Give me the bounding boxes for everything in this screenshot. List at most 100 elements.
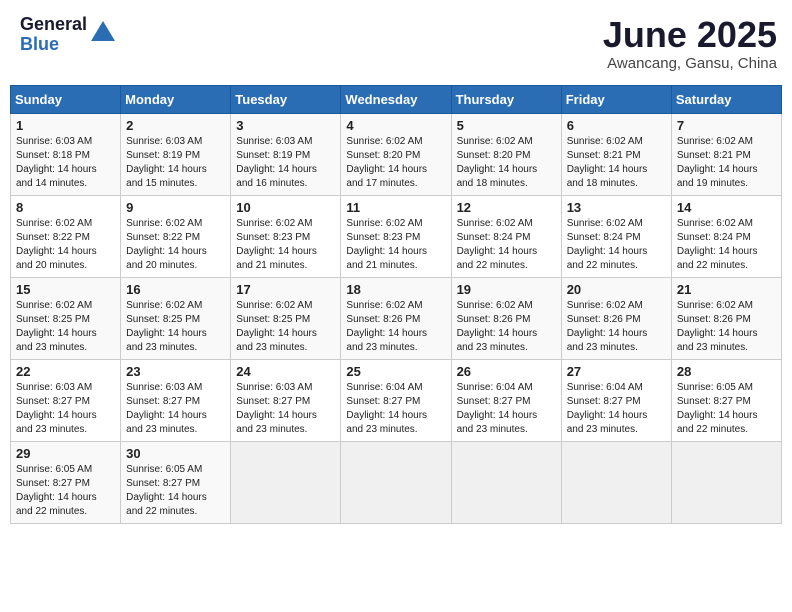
- day-info: Sunrise: 6:02 AMSunset: 8:21 PMDaylight:…: [567, 136, 648, 189]
- day-number: 30: [126, 446, 225, 461]
- calendar-cell: 7 Sunrise: 6:02 AMSunset: 8:21 PMDayligh…: [671, 113, 781, 195]
- calendar-cell: 29 Sunrise: 6:05 AMSunset: 8:27 PMDaylig…: [11, 441, 121, 523]
- day-number: 21: [677, 282, 776, 297]
- calendar-cell: [561, 441, 671, 523]
- day-info: Sunrise: 6:04 AMSunset: 8:27 PMDaylight:…: [457, 382, 538, 435]
- day-number: 7: [677, 118, 776, 133]
- day-number: 19: [457, 282, 556, 297]
- weekday-header-saturday: Saturday: [671, 85, 781, 113]
- weekday-header-friday: Friday: [561, 85, 671, 113]
- calendar-cell: 2 Sunrise: 6:03 AMSunset: 8:19 PMDayligh…: [121, 113, 231, 195]
- location-subtitle: Awancang, Gansu, China: [603, 55, 777, 72]
- day-number: 2: [126, 118, 225, 133]
- day-info: Sunrise: 6:02 AMSunset: 8:25 PMDaylight:…: [126, 300, 207, 353]
- page-header: General Blue June 2025 Awancang, Gansu, …: [10, 10, 782, 77]
- calendar-cell: 14 Sunrise: 6:02 AMSunset: 8:24 PMDaylig…: [671, 195, 781, 277]
- day-number: 25: [346, 364, 445, 379]
- calendar-cell: 30 Sunrise: 6:05 AMSunset: 8:27 PMDaylig…: [121, 441, 231, 523]
- calendar-cell: 6 Sunrise: 6:02 AMSunset: 8:21 PMDayligh…: [561, 113, 671, 195]
- weekday-header-thursday: Thursday: [451, 85, 561, 113]
- day-info: Sunrise: 6:02 AMSunset: 8:24 PMDaylight:…: [567, 218, 648, 271]
- calendar-cell: 27 Sunrise: 6:04 AMSunset: 8:27 PMDaylig…: [561, 359, 671, 441]
- calendar-table: SundayMondayTuesdayWednesdayThursdayFrid…: [10, 85, 782, 524]
- logo-blue: Blue: [20, 35, 87, 55]
- day-number: 4: [346, 118, 445, 133]
- title-block: June 2025 Awancang, Gansu, China: [603, 15, 777, 72]
- day-number: 15: [16, 282, 115, 297]
- calendar-cell: 1 Sunrise: 6:03 AMSunset: 8:18 PMDayligh…: [11, 113, 121, 195]
- calendar-cell: 24 Sunrise: 6:03 AMSunset: 8:27 PMDaylig…: [231, 359, 341, 441]
- day-info: Sunrise: 6:02 AMSunset: 8:23 PMDaylight:…: [346, 218, 427, 271]
- day-number: 20: [567, 282, 666, 297]
- day-number: 28: [677, 364, 776, 379]
- month-title: June 2025: [603, 15, 777, 55]
- calendar-cell: 21 Sunrise: 6:02 AMSunset: 8:26 PMDaylig…: [671, 277, 781, 359]
- calendar-cell: 19 Sunrise: 6:02 AMSunset: 8:26 PMDaylig…: [451, 277, 561, 359]
- day-number: 6: [567, 118, 666, 133]
- day-info: Sunrise: 6:02 AMSunset: 8:26 PMDaylight:…: [567, 300, 648, 353]
- logo: General Blue: [20, 15, 117, 55]
- calendar-cell: [341, 441, 451, 523]
- day-number: 27: [567, 364, 666, 379]
- day-number: 13: [567, 200, 666, 215]
- calendar-cell: 26 Sunrise: 6:04 AMSunset: 8:27 PMDaylig…: [451, 359, 561, 441]
- calendar-cell: [671, 441, 781, 523]
- week-row-3: 15 Sunrise: 6:02 AMSunset: 8:25 PMDaylig…: [11, 277, 782, 359]
- logo-general: General: [20, 15, 87, 35]
- calendar-cell: 23 Sunrise: 6:03 AMSunset: 8:27 PMDaylig…: [121, 359, 231, 441]
- calendar-cell: 4 Sunrise: 6:02 AMSunset: 8:20 PMDayligh…: [341, 113, 451, 195]
- day-number: 9: [126, 200, 225, 215]
- day-info: Sunrise: 6:02 AMSunset: 8:22 PMDaylight:…: [16, 218, 97, 271]
- day-info: Sunrise: 6:02 AMSunset: 8:23 PMDaylight:…: [236, 218, 317, 271]
- day-info: Sunrise: 6:04 AMSunset: 8:27 PMDaylight:…: [567, 382, 648, 435]
- day-info: Sunrise: 6:05 AMSunset: 8:27 PMDaylight:…: [677, 382, 758, 435]
- week-row-2: 8 Sunrise: 6:02 AMSunset: 8:22 PMDayligh…: [11, 195, 782, 277]
- day-info: Sunrise: 6:03 AMSunset: 8:19 PMDaylight:…: [236, 136, 317, 189]
- calendar-cell: 22 Sunrise: 6:03 AMSunset: 8:27 PMDaylig…: [11, 359, 121, 441]
- day-info: Sunrise: 6:02 AMSunset: 8:26 PMDaylight:…: [346, 300, 427, 353]
- calendar-cell: 5 Sunrise: 6:02 AMSunset: 8:20 PMDayligh…: [451, 113, 561, 195]
- week-row-5: 29 Sunrise: 6:05 AMSunset: 8:27 PMDaylig…: [11, 441, 782, 523]
- calendar-cell: 13 Sunrise: 6:02 AMSunset: 8:24 PMDaylig…: [561, 195, 671, 277]
- day-info: Sunrise: 6:03 AMSunset: 8:27 PMDaylight:…: [126, 382, 207, 435]
- day-info: Sunrise: 6:05 AMSunset: 8:27 PMDaylight:…: [126, 464, 207, 517]
- day-number: 26: [457, 364, 556, 379]
- day-number: 1: [16, 118, 115, 133]
- calendar-cell: 3 Sunrise: 6:03 AMSunset: 8:19 PMDayligh…: [231, 113, 341, 195]
- week-row-1: 1 Sunrise: 6:03 AMSunset: 8:18 PMDayligh…: [11, 113, 782, 195]
- calendar-cell: 11 Sunrise: 6:02 AMSunset: 8:23 PMDaylig…: [341, 195, 451, 277]
- day-number: 18: [346, 282, 445, 297]
- day-number: 17: [236, 282, 335, 297]
- day-info: Sunrise: 6:05 AMSunset: 8:27 PMDaylight:…: [16, 464, 97, 517]
- day-info: Sunrise: 6:03 AMSunset: 8:27 PMDaylight:…: [16, 382, 97, 435]
- day-number: 12: [457, 200, 556, 215]
- day-info: Sunrise: 6:02 AMSunset: 8:24 PMDaylight:…: [677, 218, 758, 271]
- day-number: 29: [16, 446, 115, 461]
- day-info: Sunrise: 6:02 AMSunset: 8:24 PMDaylight:…: [457, 218, 538, 271]
- day-number: 22: [16, 364, 115, 379]
- calendar-cell: 9 Sunrise: 6:02 AMSunset: 8:22 PMDayligh…: [121, 195, 231, 277]
- calendar-cell: 20 Sunrise: 6:02 AMSunset: 8:26 PMDaylig…: [561, 277, 671, 359]
- weekday-header-wednesday: Wednesday: [341, 85, 451, 113]
- day-info: Sunrise: 6:03 AMSunset: 8:18 PMDaylight:…: [16, 136, 97, 189]
- calendar-cell: 28 Sunrise: 6:05 AMSunset: 8:27 PMDaylig…: [671, 359, 781, 441]
- week-row-4: 22 Sunrise: 6:03 AMSunset: 8:27 PMDaylig…: [11, 359, 782, 441]
- day-number: 10: [236, 200, 335, 215]
- day-info: Sunrise: 6:02 AMSunset: 8:20 PMDaylight:…: [457, 136, 538, 189]
- day-info: Sunrise: 6:03 AMSunset: 8:19 PMDaylight:…: [126, 136, 207, 189]
- weekday-header-tuesday: Tuesday: [231, 85, 341, 113]
- calendar-cell: 10 Sunrise: 6:02 AMSunset: 8:23 PMDaylig…: [231, 195, 341, 277]
- day-info: Sunrise: 6:02 AMSunset: 8:21 PMDaylight:…: [677, 136, 758, 189]
- day-info: Sunrise: 6:02 AMSunset: 8:20 PMDaylight:…: [346, 136, 427, 189]
- calendar-cell: 8 Sunrise: 6:02 AMSunset: 8:22 PMDayligh…: [11, 195, 121, 277]
- day-number: 8: [16, 200, 115, 215]
- calendar-cell: 12 Sunrise: 6:02 AMSunset: 8:24 PMDaylig…: [451, 195, 561, 277]
- calendar-cell: 25 Sunrise: 6:04 AMSunset: 8:27 PMDaylig…: [341, 359, 451, 441]
- day-number: 11: [346, 200, 445, 215]
- day-number: 14: [677, 200, 776, 215]
- day-info: Sunrise: 6:04 AMSunset: 8:27 PMDaylight:…: [346, 382, 427, 435]
- day-info: Sunrise: 6:02 AMSunset: 8:25 PMDaylight:…: [16, 300, 97, 353]
- day-number: 23: [126, 364, 225, 379]
- weekday-header-monday: Monday: [121, 85, 231, 113]
- calendar-cell: [451, 441, 561, 523]
